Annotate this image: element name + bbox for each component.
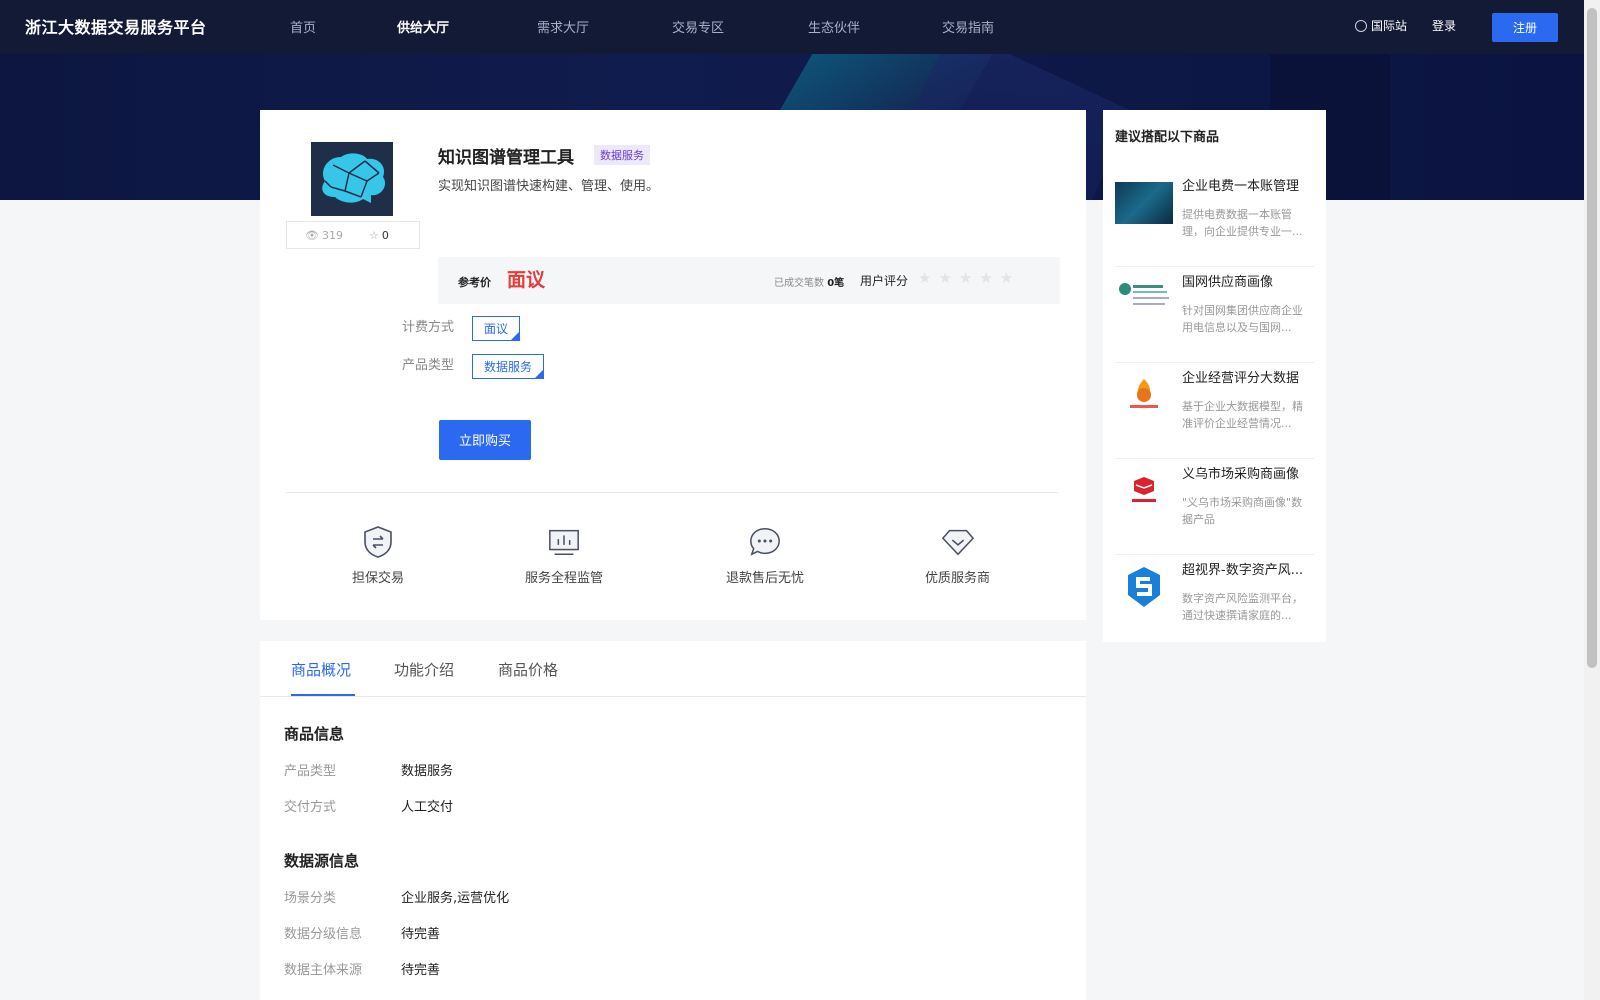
goods-info-title: 商品信息 (284, 725, 345, 743)
recommend-item[interactable]: 企业经营评分大数据 基于企业大数据模型，精准评价企业经营情况... (1115, 362, 1314, 459)
view-count: 👁 319 (305, 229, 343, 242)
feature-label: 优质服务商 (925, 571, 991, 586)
chat-bubble-icon (748, 525, 782, 559)
price-value: 面议 (507, 269, 546, 291)
detail-tabs: 商品概况 功能介绍 商品价格 (260, 641, 1086, 697)
brand-logo[interactable]: 浙江大数据交易服务平台 (25, 14, 207, 38)
feature-label: 退款售后无忧 (726, 571, 805, 586)
state-grid-logo (1115, 278, 1173, 320)
product-title: 知识图谱管理工具 (438, 148, 574, 168)
fire-stone-logo (1115, 374, 1173, 416)
recommend-item-desc: 提供电费数据一本账管理，向企业提供专业一... (1182, 208, 1303, 238)
register-button[interactable]: 注册 (1492, 13, 1558, 42)
tab-active-indicator (291, 694, 355, 696)
info-row-label: 场景分类 (284, 891, 337, 906)
monitor-chart-icon (547, 525, 581, 559)
eye-icon: 👁 (305, 228, 319, 242)
divider (286, 492, 1058, 493)
source-info-title: 数据源信息 (284, 852, 360, 870)
tab-features[interactable]: 功能介绍 (394, 659, 454, 680)
shield-exchange-icon (361, 525, 395, 559)
deals-value: 0笔 (827, 278, 845, 289)
recommend-item-name: 国网供应商画像 (1182, 275, 1274, 290)
rating-label: 用户评分 (860, 274, 909, 288)
product-description: 实现知识图谱快速构建、管理、使用。 (438, 179, 660, 194)
recommend-item-desc: "义乌市场采购商画像"数据产品 (1182, 496, 1303, 526)
price-bar: 参考价 面议 已成交笔数 0笔 用户评分 ★★★★★ (438, 257, 1060, 304)
page-scrollbar[interactable] (1584, 0, 1600, 1000)
info-row-label: 产品类型 (284, 764, 337, 779)
info-row-value: 待完善 (401, 927, 441, 942)
yiwu-logo (1115, 470, 1173, 512)
billing-label: 计费方式 (402, 320, 455, 335)
recommend-item[interactable]: 国网供应商画像 针对国网集团供应商企业用电信息以及与国网... (1115, 266, 1314, 363)
scrollbar-thumb[interactable] (1587, 8, 1597, 668)
globe-icon (1355, 19, 1367, 32)
buy-now-button[interactable]: 立即购买 (439, 420, 531, 460)
info-row-label: 数据主体来源 (284, 963, 363, 978)
type-label: 产品类型 (402, 358, 455, 373)
intl-site-label: 国际站 (1371, 19, 1408, 33)
star-icon: ☆ (368, 228, 379, 242)
recommend-item-name: 企业经营评分大数据 (1182, 371, 1300, 386)
product-card: 👁 319 ☆ 0 知识图谱管理工具 数据服务 实现知识图谱快速构建、管理、使用… (260, 110, 1086, 620)
recommend-item-name: 超视界-数字资产风... (1182, 563, 1304, 578)
info-row-label: 交付方式 (284, 800, 337, 815)
product-thumbnail (1115, 182, 1173, 224)
info-row-value: 待完善 (401, 963, 441, 978)
recommend-item-desc: 数字资产风险监测平台，通过快速撰请家庭的... (1182, 592, 1303, 622)
type-option[interactable]: 数据服务 (472, 354, 545, 379)
intl-site-link[interactable]: 国际站 (1355, 17, 1407, 34)
info-row-label: 数据分级信息 (284, 927, 363, 942)
diamond-icon (941, 525, 975, 559)
product-category-tag: 数据服务 (594, 145, 650, 165)
top-navbar: 浙江大数据交易服务平台 首页 供给大厅 需求大厅 交易专区 生态伙伴 交易指南 … (0, 0, 1584, 54)
deals-label: 已成交笔数 (774, 278, 824, 289)
login-link[interactable]: 登录 (1432, 17, 1456, 34)
feature-quality-provider: 优质服务商 (925, 525, 990, 586)
feature-guarantee: 担保交易 (352, 525, 404, 586)
nav-item-home[interactable]: 首页 (290, 17, 316, 36)
recommend-sidebar: 建议搭配以下商品 企业电费一本账管理 提供电费数据一本账管理，向企业提供专业一.… (1103, 110, 1326, 642)
recommend-item-desc: 针对国网集团供应商企业用电信息以及与国网... (1182, 304, 1303, 334)
tab-overview[interactable]: 商品概况 (291, 659, 351, 680)
rating-stars: ★★★★★ (918, 269, 1021, 287)
feature-supervision: 服务全程监管 (525, 525, 603, 586)
recommend-item-desc: 基于企业大数据模型，精准评价企业经营情况... (1182, 400, 1303, 430)
feature-refund: 退款售后无忧 (726, 525, 804, 586)
recommend-item[interactable]: 超视界-数字资产风... 数字资产风险监测平台，通过快速撰请家庭的... (1115, 554, 1314, 650)
favorite-count[interactable]: ☆ 0 (369, 229, 389, 242)
favorite-count-value: 0 (381, 228, 389, 242)
price-label: 参考价 (458, 276, 491, 289)
billing-option[interactable]: 面议 (472, 316, 521, 341)
view-count-value: 319 (321, 228, 343, 242)
feature-label: 服务全程监管 (525, 571, 604, 586)
product-logo (311, 142, 393, 216)
recommend-item-name: 企业电费一本账管理 (1182, 179, 1300, 194)
nav-item-demand-hall[interactable]: 需求大厅 (537, 17, 589, 36)
recommend-item-name: 义乌市场采购商画像 (1182, 467, 1300, 482)
detail-panel: 商品概况 功能介绍 商品价格 商品信息 产品类型 数据服务 交付方式 人工交付 … (260, 641, 1086, 1000)
deals-count: 已成交笔数 0笔 (774, 274, 844, 289)
tab-pricing[interactable]: 商品价格 (498, 659, 558, 680)
product-stats: 👁 319 ☆ 0 (286, 221, 420, 249)
info-row-value: 数据服务 (401, 764, 454, 779)
recommend-item[interactable]: 义乌市场采购商画像 "义乌市场采购商画像"数据产品 (1115, 458, 1314, 555)
recommend-item[interactable]: 企业电费一本账管理 提供电费数据一本账管理，向企业提供专业一... (1115, 170, 1314, 267)
nav-item-trade-zone[interactable]: 交易专区 (672, 17, 724, 36)
nav-item-supply-hall[interactable]: 供给大厅 (397, 17, 449, 36)
nav-item-trade-guide[interactable]: 交易指南 (942, 17, 994, 36)
feature-label: 担保交易 (352, 571, 405, 586)
nav-item-partners[interactable]: 生态伙伴 (808, 17, 860, 36)
info-row-value: 企业服务,运营优化 (401, 891, 510, 906)
sidebar-title: 建议搭配以下商品 (1115, 130, 1220, 145)
shield-s-logo (1115, 566, 1173, 608)
brain-icon (322, 153, 386, 203)
info-row-value: 人工交付 (401, 800, 454, 815)
